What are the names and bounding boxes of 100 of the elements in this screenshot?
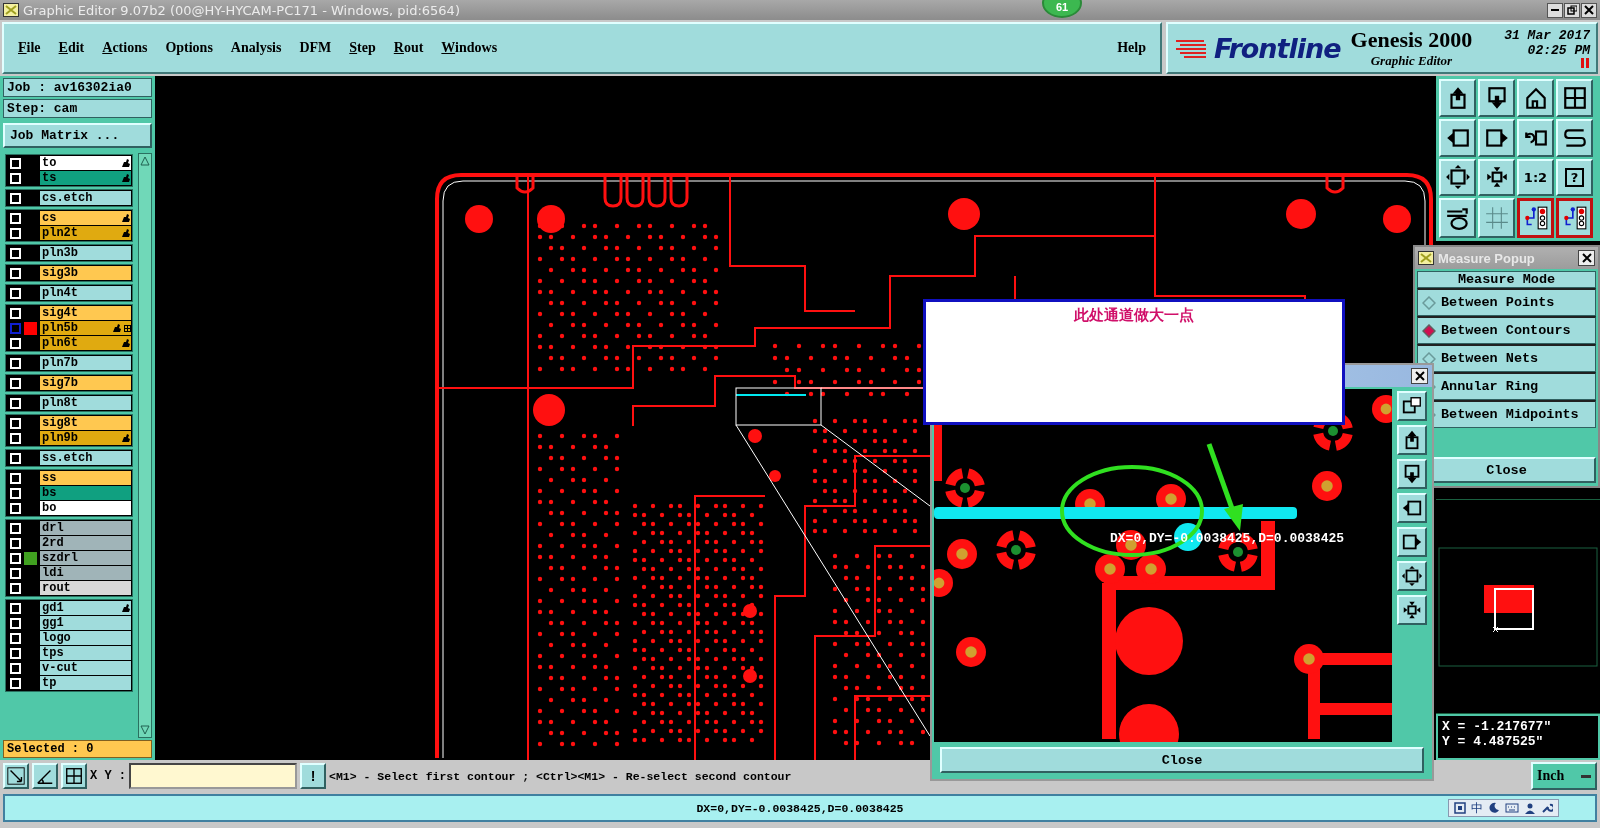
toolbar-button[interactable] [1556,198,1593,238]
layer-name[interactable]: v-cut [40,661,131,675]
job-name: Job : av16302ia0 [3,78,152,97]
menu-item[interactable]: Help [1117,40,1146,56]
close-button[interactable] [1581,2,1597,18]
scrollbar[interactable] [138,153,152,738]
close-button[interactable] [1411,368,1428,384]
window-title: Graphic Editor 9.07b2 (00@HY-HYCAM-PC171 - Windows, pid:6564) [23,2,460,18]
layer-name[interactable]: tps [40,646,131,660]
menu-item[interactable]: DFM [299,40,332,56]
layer-name[interactable]: bo [40,501,131,515]
layer-name[interactable]: sig8t [40,416,131,430]
y-coordinate: Y = 4.487525" [1442,734,1545,749]
layer-name[interactable]: pln5b [40,321,131,335]
tools-icon [1444,205,1471,232]
pause-icon [1580,58,1590,68]
step-name: Step: cam [3,99,152,118]
toolbar-button[interactable]: ? [1556,158,1593,197]
layer-name[interactable]: ss.etch [40,451,131,465]
selected-count: Selected : 0 [3,740,152,758]
user-icon[interactable] [1524,802,1536,814]
layer-name[interactable]: pln9b [40,431,131,445]
layer-name[interactable]: pln4t [40,286,131,300]
moon-icon[interactable] [1488,802,1500,814]
layer-name[interactable]: ldi [40,566,131,580]
grid-snap-icon [64,766,84,786]
layer-name[interactable]: gg1 [40,616,131,630]
layer-name[interactable]: tp [40,676,131,690]
scroll-down-icon[interactable] [140,725,150,735]
minimize-icon [1551,9,1559,11]
tool-button[interactable] [32,763,58,789]
units-dropdown[interactable]: Inch [1531,762,1597,790]
layer-name[interactable]: gd1 [40,601,131,615]
date-text: 31 Mar 2017 [1504,28,1590,43]
menu-item[interactable]: Step [349,40,376,56]
box-arrows-in-icon [1401,599,1423,621]
menu-item[interactable]: File [18,40,41,56]
layer-checkbox[interactable] [10,322,21,334]
status-text: DX=0,DY=-0.0038425,D=0.0038425 [696,801,904,815]
layer-name[interactable]: logo [40,631,131,645]
brand-logo: Frontline [1214,32,1341,64]
wrench-icon[interactable] [1541,802,1553,814]
layer-name[interactable]: 2rd [40,536,131,550]
input-method-label[interactable]: 中 [1471,799,1483,817]
layer-name[interactable]: drl [40,521,131,535]
box-arrows-out-icon [1444,164,1471,191]
layer-name[interactable]: bs [40,486,131,500]
radio-option[interactable]: Between Points [1417,288,1596,316]
radio-option[interactable]: Between Contours [1417,316,1596,344]
box-arrows-out-icon [1401,565,1423,587]
menu-item[interactable]: Edit [58,40,85,56]
layer-name[interactable]: rout [40,581,131,595]
menu-item[interactable]: Actions [102,40,148,56]
note-text: 此处通道做大一点 [1074,306,1194,325]
keyboard-icon[interactable] [1505,803,1519,813]
line-arrow-icon [6,766,26,786]
close-icon [1584,5,1594,15]
x-coordinate: X = -1.217677" [1442,719,1553,734]
layer-name[interactable]: szdrl [40,551,131,565]
close-button[interactable]: Close [940,747,1424,773]
restore-icon [1567,5,1577,15]
alert-button[interactable]: ! [300,763,326,789]
close-icon [1581,253,1592,263]
layer-name[interactable]: cs [40,211,131,225]
product-name: Genesis 2000 [1350,27,1473,53]
toolbar-button[interactable] [1517,198,1554,238]
layer-name[interactable]: pln2t [40,226,131,240]
toolbar-button[interactable]: 1:2 [1517,158,1554,197]
layer-name[interactable]: pln7b [40,356,131,370]
menu-item[interactable]: Windows [441,40,498,56]
tool-button[interactable] [61,763,87,789]
maximize-button[interactable] [1564,2,1580,18]
time-text: 02:25 PM [1527,43,1590,58]
menu-item[interactable]: Analysis [230,40,282,56]
app-icon [3,3,19,17]
xy-label: X Y : [90,769,126,783]
keyboard-layout-icon[interactable] [1454,802,1466,814]
circuit-icon [1522,205,1549,232]
scroll-up-icon[interactable] [140,156,150,166]
layer-name[interactable]: pln3b [40,246,131,260]
layer-name[interactable]: ss [40,471,131,485]
layer-name[interactable]: pln8t [40,396,131,410]
product-subtitle: Graphic Editor [1370,53,1452,69]
menu-item[interactable]: Rout [393,40,424,56]
layer-name[interactable]: to [40,156,131,170]
radio-option[interactable]: Between Nets [1417,344,1596,372]
menu-item[interactable]: Options [165,40,213,56]
xy-input-field[interactable] [129,763,297,789]
grid-window-icon [1561,84,1588,111]
circuit-icon [1561,205,1588,232]
layer-name[interactable]: sig3b [40,266,131,280]
layer-name[interactable]: cs.etch [40,191,131,205]
tool-button[interactable] [3,763,29,789]
layer-name[interactable]: sig7b [40,376,131,390]
close-button[interactable] [1578,250,1595,266]
job-matrix-button[interactable]: Job Matrix ... [3,123,152,148]
layer-name[interactable]: pln6t [40,336,131,350]
layer-name[interactable]: ts [40,171,131,185]
layer-name[interactable]: sig4t [40,306,131,320]
minimize-button[interactable] [1547,2,1563,18]
